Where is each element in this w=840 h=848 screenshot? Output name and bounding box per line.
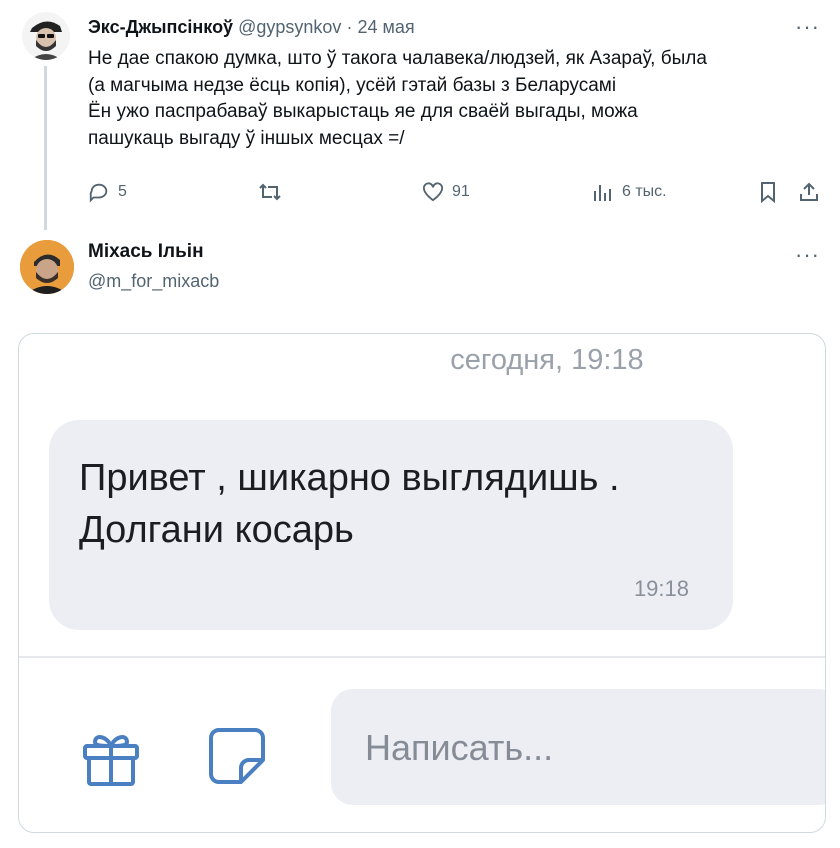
retweet-icon	[259, 183, 281, 201]
gift-icon[interactable]	[79, 724, 143, 793]
attached-image-chat-screenshot[interactable]: сегодня, 19:18 Привет , шикарно выглядиш…	[18, 333, 826, 833]
reply-author-name[interactable]: Міхась Ільін	[88, 238, 204, 266]
reply-button[interactable]: 5	[88, 178, 127, 206]
composer-divider	[19, 656, 825, 658]
views-button[interactable]: 6 тыс.	[592, 178, 667, 206]
message-text-line: Долгани косарь	[79, 509, 354, 551]
message-time: 19:18	[633, 576, 689, 601]
bookmark-icon	[761, 182, 775, 203]
tweet-header: Экс-Джыпсінкоў @gypsynkov · 24 мая	[88, 14, 415, 40]
separator-dot: ·	[346, 17, 353, 37]
reply-icon	[89, 183, 108, 203]
heart-icon	[423, 182, 443, 202]
views-count: 6 тыс.	[622, 183, 667, 200]
share-icon	[800, 182, 818, 201]
share-button[interactable]	[798, 178, 820, 206]
more-options-icon[interactable]: ···	[795, 16, 820, 38]
avatar-gypsynkov[interactable]	[22, 12, 70, 60]
tweet-text: Не дае спакою думка, што ў такога чалаве…	[88, 46, 828, 152]
message-input-placeholder: Написать...	[365, 727, 554, 768]
tweet-text-line: (а магчыма недзе ёсць копія), усёй гэтай…	[88, 74, 617, 96]
reply-author-handle[interactable]: @m_for_mixacb	[88, 268, 219, 294]
message-text-line: Привет , шикарно выглядишь .	[79, 457, 620, 499]
sticker-icon[interactable]	[205, 724, 269, 793]
like-button[interactable]: 91	[422, 178, 470, 206]
retweet-button[interactable]	[258, 178, 290, 206]
analytics-icon	[594, 185, 611, 201]
tweet-actions-bar: 5 91 6 тыс.	[88, 178, 828, 206]
like-count: 91	[452, 183, 470, 200]
tweet-text-line: Не дае спакою думка, што ў такога чалаве…	[88, 48, 707, 69]
message-input[interactable]: Написать...	[331, 689, 825, 805]
tweet-text-line: пашукаць выгаду ў іншых месцах =/	[88, 127, 405, 149]
author-handle[interactable]: @gypsynkov	[238, 17, 341, 37]
tweet-date[interactable]: 24 мая	[357, 17, 414, 37]
reply-count: 5	[118, 183, 127, 200]
chat-date-label: сегодня, 19:18	[450, 344, 644, 376]
bookmark-button[interactable]	[758, 178, 778, 206]
tweet-original: Экс-Джыпсінкоў @gypsynkov · 24 мая ··· Н…	[0, 0, 840, 230]
tweet-text-line: Ён ужо паспрабаваў выкарыстаць яе для св…	[88, 101, 638, 122]
message-text: Привет , шикарно выглядишь . Долгани кос…	[79, 452, 719, 556]
message-bubble: Привет , шикарно выглядишь . Долгани кос…	[49, 420, 733, 630]
author-name[interactable]: Экс-Джыпсінкоў	[88, 17, 233, 37]
avatar-mixacb[interactable]	[20, 240, 74, 294]
thread-connector-line	[44, 66, 47, 230]
more-options-icon[interactable]: ···	[795, 244, 820, 266]
